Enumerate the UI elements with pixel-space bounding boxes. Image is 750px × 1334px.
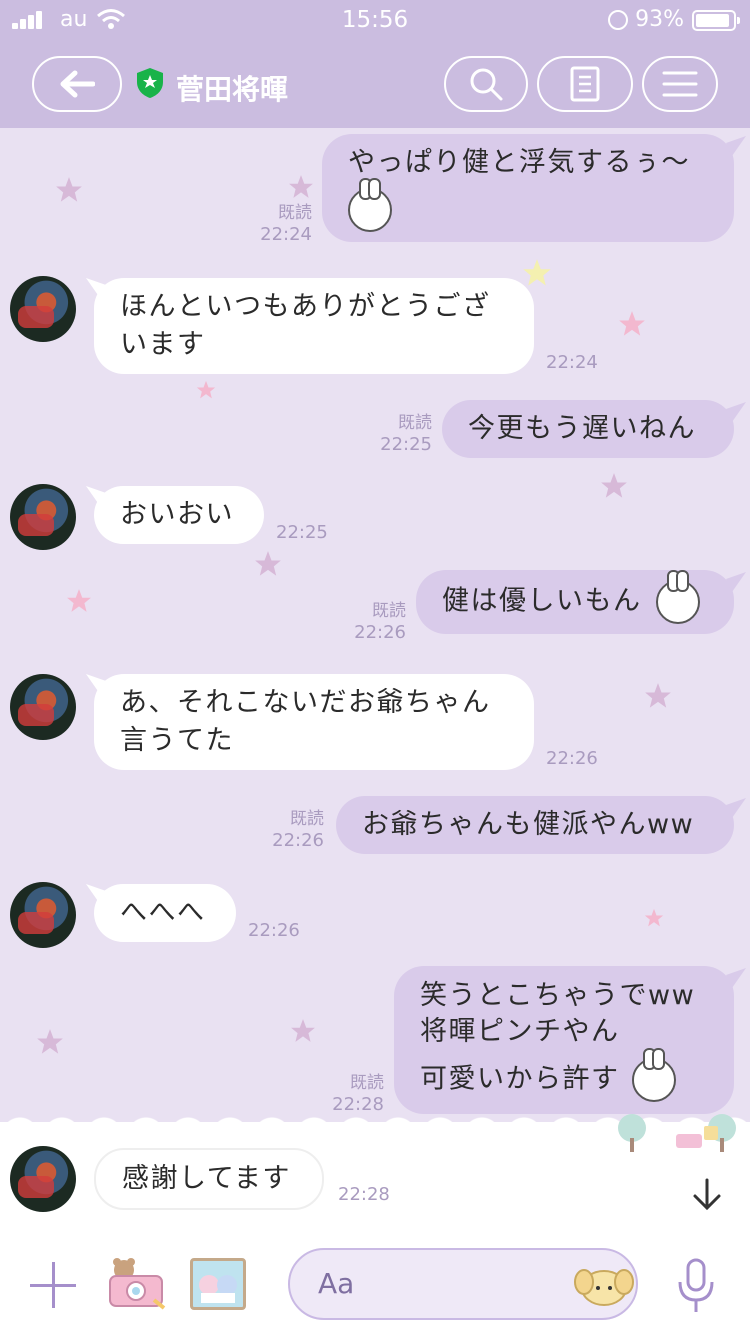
star-decoration-icon xyxy=(289,175,313,198)
message-text: 今更もう遅いねん xyxy=(468,413,696,444)
message-text: 健は優しいもん xyxy=(442,585,642,617)
star-decoration-icon xyxy=(619,311,645,336)
message-meta: 既読 22:25 xyxy=(380,413,432,455)
message-time: 22:25 xyxy=(276,522,328,543)
plus-button[interactable] xyxy=(30,1262,76,1308)
message-bubble-outgoing[interactable]: やっぱり健と浮気するぅ〜 xyxy=(322,134,734,242)
scroll-down-arrow-icon[interactable] xyxy=(690,1178,724,1212)
status-bar: au 15:56 93% xyxy=(0,0,750,40)
rotation-lock-icon xyxy=(608,10,628,30)
star-decoration-icon xyxy=(255,551,281,576)
message-time: 22:24 xyxy=(546,352,598,373)
scenery-decoration-icon xyxy=(618,1114,736,1152)
message-bubble-incoming[interactable]: おいおい xyxy=(94,486,264,544)
smiling-bunny-emoji xyxy=(655,570,700,624)
back-arrow-icon xyxy=(60,70,95,98)
message-text: 言うてた xyxy=(120,725,234,756)
contact-avatar[interactable] xyxy=(10,674,76,740)
little-twin-stars-image-icon xyxy=(199,1275,237,1303)
heart-eyes-bunny-emoji xyxy=(631,1048,676,1102)
message-bubble-outgoing[interactable]: 笑うとこちゃうでww 将暉ピンチやん 可愛いから許す xyxy=(394,966,734,1114)
message-text: へへへ xyxy=(120,897,206,928)
message-text: お爺ちゃんも健派やんww xyxy=(362,809,695,840)
message-time: 22:26 xyxy=(248,920,300,941)
search-button[interactable] xyxy=(444,56,528,112)
message-text: 感謝してます xyxy=(122,1163,291,1194)
search-icon xyxy=(470,68,503,101)
message-bubble-incoming[interactable]: へへへ xyxy=(94,884,236,942)
contact-name[interactable]: 菅田将暉 xyxy=(176,68,288,108)
menu-button[interactable] xyxy=(642,56,718,112)
battery-icon xyxy=(692,10,740,31)
star-decoration-icon xyxy=(523,259,551,286)
microphone-button[interactable] xyxy=(676,1258,716,1314)
crying-bunny-emoji xyxy=(348,178,392,232)
star-decoration-icon xyxy=(601,473,627,498)
star-decoration-icon xyxy=(644,908,664,927)
message-bubble-outgoing[interactable]: 今更もう遅いねん xyxy=(442,400,734,458)
chat-header: 菅田将暉 xyxy=(0,40,750,128)
contact-avatar[interactable] xyxy=(10,484,76,550)
message-text: やっぱり健と浮気するぅ〜 xyxy=(348,147,690,178)
message-text: あ、それこないだお爺ちゃん xyxy=(120,687,491,718)
message-input-placeholder: Aa xyxy=(318,1267,355,1300)
message-meta: 既読 22:26 xyxy=(272,809,324,851)
chat-area[interactable]: 既読 22:24 やっぱり健と浮気するぅ〜 ほんといつもありがとうござ います … xyxy=(0,128,750,1230)
contact-avatar[interactable] xyxy=(10,276,76,342)
message-text: 将暉ピンチやん xyxy=(420,1016,620,1047)
image-button[interactable] xyxy=(190,1258,246,1310)
message-meta: 既読 22:26 xyxy=(354,601,406,643)
contact-avatar[interactable] xyxy=(10,1146,76,1212)
hamburger-icon xyxy=(662,71,698,97)
message-text: います xyxy=(120,329,206,360)
message-bubble-incoming[interactable]: ほんといつもありがとうござ います xyxy=(94,278,534,374)
note-icon xyxy=(570,66,600,102)
message-time: 22:26 xyxy=(546,748,598,769)
message-text: 笑うとこちゃうでww xyxy=(420,980,696,1011)
star-decoration-icon xyxy=(645,683,671,708)
message-bubble-incoming[interactable]: あ、それこないだお爺ちゃん 言うてた xyxy=(94,674,534,770)
star-decoration-icon xyxy=(67,589,91,612)
star-decoration-icon xyxy=(196,380,216,399)
message-text: ほんといつもありがとうござ xyxy=(120,291,491,322)
star-decoration-icon xyxy=(37,1029,63,1054)
back-button[interactable] xyxy=(32,56,122,112)
message-text: おいおい xyxy=(120,499,234,530)
note-button[interactable] xyxy=(537,56,633,112)
message-bubble-incoming[interactable]: 感謝してます xyxy=(94,1148,324,1210)
star-decoration-icon xyxy=(291,1019,315,1042)
message-bubble-outgoing[interactable]: 健は優しいもん xyxy=(416,570,734,634)
battery-percent: 93% xyxy=(635,7,684,32)
message-time: 22:28 xyxy=(338,1184,390,1205)
star-decoration-icon xyxy=(56,177,82,202)
camera-button[interactable] xyxy=(106,1258,168,1310)
contact-avatar[interactable] xyxy=(10,882,76,948)
message-text: 可愛いから許す xyxy=(420,1063,620,1095)
sticker-button[interactable] xyxy=(574,1262,634,1308)
message-bubble-outgoing[interactable]: お爺ちゃんも健派やんww xyxy=(336,796,734,854)
message-meta: 既読 22:24 xyxy=(260,203,312,245)
verified-shield-icon xyxy=(137,68,163,98)
